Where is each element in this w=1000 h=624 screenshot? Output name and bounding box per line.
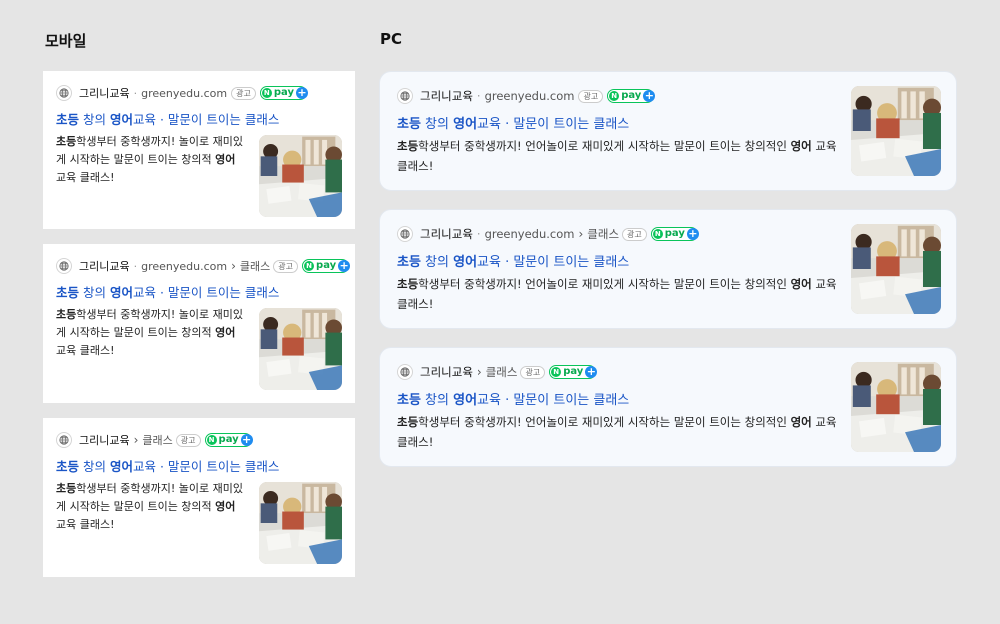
ad-badge: 광고 — [175, 433, 201, 447]
globe-icon — [397, 88, 413, 104]
ad-meta-row: 그리니교육 › 클래스 광고 Npay + — [56, 432, 253, 448]
ad-domain[interactable]: greenyedu.com — [141, 87, 227, 100]
globe-icon — [56, 85, 72, 101]
chevron-right-icon: › — [578, 227, 584, 241]
globe-icon — [56, 432, 72, 448]
ad-domain[interactable]: greenyedu.com — [141, 260, 227, 273]
breadcrumb-label[interactable]: 클래스 — [142, 432, 172, 448]
ad-description: 초등학생부터 중학생까지! 언어놀이로 재미있게 시작하는 말문이 트이는 창의… — [397, 415, 837, 449]
breadcrumb-label[interactable]: 클래스 — [240, 258, 270, 274]
npay-plus-badge: Npay + — [549, 365, 598, 379]
npay-plus-badge: Npay + — [204, 433, 253, 447]
ad-description: 초등학생부터 중학생까지! 놀이로 재미있게 시작하는 말문이 트이는 창의적 … — [56, 135, 243, 184]
advertiser-name[interactable]: 그리니교육 — [420, 88, 473, 104]
ad-badge: 광고 — [622, 227, 647, 241]
ad-thumbnail-image[interactable] — [851, 362, 941, 452]
mobile-section-title: 모바일 — [45, 32, 87, 50]
ad-thumbnail-image[interactable] — [259, 308, 342, 390]
advertiser-name[interactable]: 그리니교육 — [420, 364, 473, 380]
ad-thumbnail-image[interactable] — [259, 135, 342, 217]
breadcrumb-label[interactable]: 클래스 — [587, 226, 619, 242]
pc-ad-card-breadcrumb[interactable]: 그리니교육 › 클래스 광고 Npay + 초등 창의 영어교육 · 말문이 트이… — [379, 347, 957, 467]
npay-plus-badge: Npay + — [650, 227, 699, 241]
mobile-ad-card-domain[interactable]: 그리니교육 · greenyedu.com 광고 Npay + 초등 창의 영어교… — [43, 71, 355, 229]
ad-badge: 광고 — [273, 259, 299, 273]
meta-separator: · — [476, 227, 481, 241]
mobile-ad-card-breadcrumb[interactable]: 그리니교육 › 클래스 광고 Npay + 초등 창의 영어교육 · 말문이 트이… — [43, 418, 355, 577]
advertiser-name[interactable]: 그리니교육 — [79, 85, 130, 101]
chevron-right-icon: › — [231, 259, 236, 273]
ad-meta-row: 그리니교육 · greenyedu.com › 클래스 광고 Npay + — [56, 258, 351, 274]
npay-plus-badge: Npay + — [259, 86, 308, 100]
ad-meta-row: 그리니교육 · greenyedu.com › 클래스 광고 Npay + — [397, 226, 699, 242]
ad-meta-row: 그리니교육 › 클래스 광고 Npay + — [397, 364, 598, 380]
meta-separator: · — [133, 259, 138, 273]
globe-icon — [397, 226, 413, 242]
ad-description: 초등학생부터 중학생까지! 놀이로 재미있게 시작하는 말문이 트이는 창의적 … — [56, 308, 243, 357]
ad-headline[interactable]: 초등 창의 영어교육 · 말문이 트이는 클래스 — [56, 109, 279, 128]
meta-separator: · — [476, 89, 481, 103]
pc-ad-card-domain-breadcrumb[interactable]: 그리니교육 · greenyedu.com › 클래스 광고 Npay + 초등 … — [379, 209, 957, 329]
advertiser-name[interactable]: 그리니교육 — [79, 432, 130, 448]
breadcrumb-label[interactable]: 클래스 — [486, 364, 518, 380]
ad-thumbnail-image[interactable] — [259, 482, 342, 564]
ad-badge: 광고 — [578, 89, 604, 103]
ad-badge: 광고 — [520, 365, 546, 379]
ad-thumbnail-image[interactable] — [851, 86, 941, 176]
ad-description: 초등학생부터 중학생까지! 놀이로 재미있게 시작하는 말문이 트이는 창의적 … — [56, 482, 243, 531]
advertiser-name[interactable]: 그리니교육 — [420, 226, 473, 242]
ad-description: 초등학생부터 중학생까지! 언어놀이로 재미있게 시작하는 말문이 트이는 창의… — [397, 139, 837, 173]
ad-meta-row: 그리니교육 · greenyedu.com 광고 Npay + — [56, 85, 308, 101]
globe-icon — [397, 364, 413, 380]
ad-headline[interactable]: 초등 창의 영어교육 · 말문이 트이는 클래스 — [397, 251, 629, 270]
chevron-right-icon: › — [133, 433, 139, 447]
ad-thumbnail-image[interactable] — [851, 224, 941, 314]
ad-headline[interactable]: 초등 창의 영어교육 · 말문이 트이는 클래스 — [56, 282, 279, 301]
ad-meta-row: 그리니교육 · greenyedu.com 광고 Npay + — [397, 88, 656, 104]
npay-plus-badge: Npay + — [607, 89, 656, 103]
ad-domain[interactable]: greenyedu.com — [485, 227, 575, 241]
ad-headline[interactable]: 초등 창의 영어교육 · 말문이 트이는 클래스 — [56, 456, 279, 475]
pc-ad-card-domain[interactable]: 그리니교육 · greenyedu.com 광고 Npay + 초등 창의 영어교… — [379, 71, 957, 191]
mobile-ad-card-domain-breadcrumb[interactable]: 그리니교육 · greenyedu.com › 클래스 광고 Npay + 초등 … — [43, 244, 355, 403]
ad-description: 초등학생부터 중학생까지! 언어놀이로 재미있게 시작하는 말문이 트이는 창의… — [397, 277, 837, 311]
advertiser-name[interactable]: 그리니교육 — [79, 258, 130, 274]
ad-badge: 광고 — [231, 86, 256, 100]
pc-section-title: PC — [380, 30, 403, 48]
ad-headline[interactable]: 초등 창의 영어교육 · 말문이 트이는 클래스 — [397, 113, 629, 132]
ad-domain[interactable]: greenyedu.com — [485, 89, 575, 103]
chevron-right-icon: › — [476, 365, 482, 379]
npay-plus-badge: Npay + — [302, 259, 351, 273]
ad-headline[interactable]: 초등 창의 영어교육 · 말문이 트이는 클래스 — [397, 389, 629, 408]
meta-separator: · — [133, 86, 138, 100]
globe-icon — [56, 258, 72, 274]
